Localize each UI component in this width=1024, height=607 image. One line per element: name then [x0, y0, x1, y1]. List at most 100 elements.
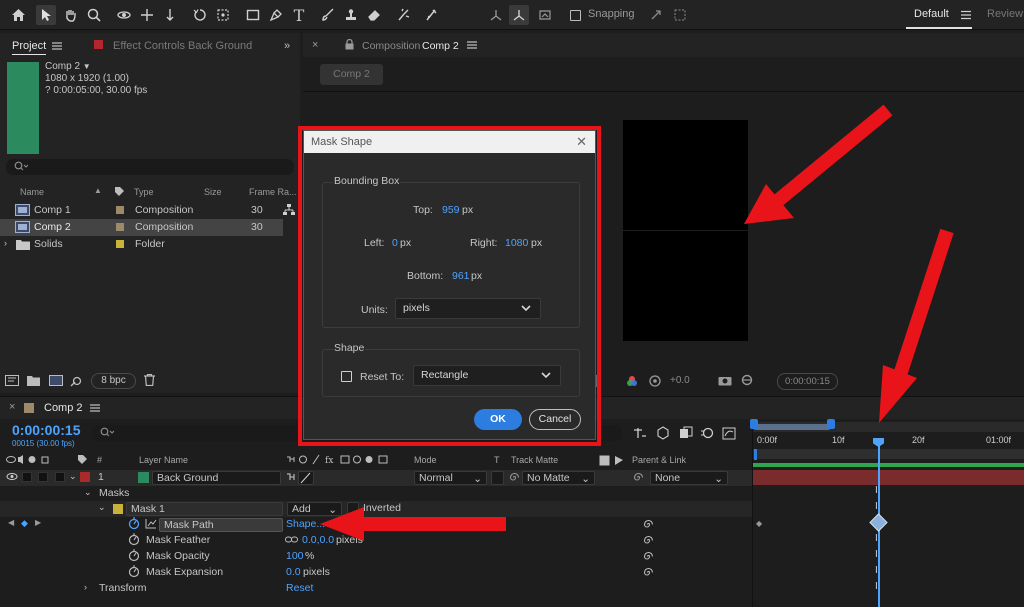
roto-brush-tool-icon[interactable]: [394, 5, 414, 25]
eraser-tool-icon[interactable]: [364, 5, 384, 25]
timeline-current-time[interactable]: 0:00:00:15: [12, 422, 81, 438]
expression-pickwhip-icon[interactable]: [642, 550, 655, 563]
project-panel-menu-icon[interactable]: [52, 42, 62, 50]
local-axis-mode-icon[interactable]: [486, 5, 506, 25]
solo-switch[interactable]: [38, 472, 48, 482]
parent-select[interactable]: None ⌄: [650, 471, 728, 485]
workspace-review-tab[interactable]: Review: [987, 8, 1023, 20]
layer-name-field[interactable]: Back Ground: [152, 471, 281, 485]
visibility-eye-icon[interactable]: [6, 470, 18, 483]
lock-icon[interactable]: [345, 39, 354, 50]
view-axis-mode-icon[interactable]: [535, 5, 555, 25]
zoom-slider[interactable]: [753, 424, 831, 430]
project-search-input[interactable]: [6, 159, 294, 175]
constrain-link-icon[interactable]: [285, 534, 298, 545]
graph-editor-icon[interactable]: [722, 426, 736, 440]
expression-pickwhip-icon[interactable]: [642, 518, 655, 531]
new-composition-icon[interactable]: [49, 375, 63, 386]
close-icon[interactable]: ×: [9, 401, 15, 413]
expand-arrow-icon[interactable]: ›: [4, 238, 7, 248]
new-folder-icon[interactable]: [27, 375, 40, 386]
workspace-menu-icon[interactable]: [956, 5, 976, 25]
snap-expand-icon[interactable]: [646, 5, 666, 25]
home-icon[interactable]: [8, 5, 28, 25]
zoom-handle-left[interactable]: [750, 419, 758, 429]
mask-name-field[interactable]: Mask 1: [126, 502, 283, 516]
color-management-icon[interactable]: [648, 374, 662, 388]
zoom-tool-icon[interactable]: [84, 5, 104, 25]
mask-opacity-row[interactable]: Mask Opacity 100 %: [0, 549, 752, 565]
interpret-footage-icon[interactable]: [5, 375, 19, 386]
close-icon[interactable]: ×: [312, 39, 318, 51]
switches-icons[interactable]: fx: [286, 454, 408, 465]
layer-duration-bar[interactable]: [753, 470, 1024, 485]
stopwatch-active-icon[interactable]: [128, 517, 140, 530]
parent-pickwhip-icon[interactable]: [632, 471, 645, 484]
work-area-start[interactable]: [754, 449, 757, 460]
expression-pickwhip-icon[interactable]: [642, 566, 655, 579]
expand-arrow-icon[interactable]: ⌄: [84, 487, 92, 498]
snapping-checkbox[interactable]: [565, 5, 585, 25]
world-axis-mode-icon[interactable]: [509, 5, 529, 25]
draft-3d-icon[interactable]: [656, 426, 670, 440]
pan-camera-icon[interactable]: [137, 5, 157, 25]
project-item-solids[interactable]: › Solids Folder: [0, 236, 300, 253]
anchor-point-tool-icon[interactable]: [213, 5, 233, 25]
pen-tool-icon[interactable]: [266, 5, 286, 25]
rotation-tool-icon[interactable]: [190, 5, 210, 25]
column-layer-name[interactable]: Layer Name: [139, 455, 188, 465]
label-tag-icon[interactable]: [77, 454, 88, 465]
label-swatch[interactable]: [116, 206, 124, 214]
mask-expansion-row[interactable]: Mask Expansion 0.0 pixels: [0, 565, 752, 581]
project-settings-icon[interactable]: [70, 375, 84, 387]
project-item-comp2[interactable]: Comp 2 Composition 30: [0, 219, 283, 236]
spiral-pickwhip-icon[interactable]: [508, 471, 521, 484]
motion-blur-icon[interactable]: [700, 426, 714, 440]
tab-effect-controls[interactable]: Effect Controls Back Ground: [113, 40, 252, 52]
column-size[interactable]: Size: [204, 187, 222, 197]
column-type[interactable]: Type: [134, 187, 154, 197]
selection-tool-icon[interactable]: [36, 5, 56, 25]
timeline-panel-menu-icon[interactable]: [90, 404, 100, 412]
next-keyframe-icon[interactable]: ▶: [35, 518, 41, 527]
zoom-handle-right[interactable]: [827, 419, 835, 429]
keyframe-start-icon[interactable]: ◆: [756, 519, 762, 528]
bit-depth-button[interactable]: 8 bpc: [91, 373, 136, 389]
transform-row[interactable]: › Transform Reset: [0, 581, 752, 597]
puppet-tool-icon[interactable]: [421, 5, 441, 25]
blend-mode-select[interactable]: Normal ⌄: [414, 471, 487, 485]
matte-switch-icons[interactable]: [599, 455, 625, 466]
column-name[interactable]: Name: [20, 187, 44, 197]
tab-project[interactable]: Project: [12, 40, 47, 55]
snap-grid-icon[interactable]: [670, 5, 690, 25]
exposure-value[interactable]: +0.0: [670, 375, 690, 386]
comp-flowchart-icon[interactable]: [633, 427, 647, 439]
clone-stamp-tool-icon[interactable]: [341, 5, 361, 25]
composition-panel-menu-icon[interactable]: [467, 41, 477, 49]
delete-trash-icon[interactable]: [144, 374, 155, 386]
expand-arrow-icon[interactable]: ⌄: [69, 471, 77, 482]
sort-up-icon[interactable]: ▲: [94, 186, 102, 195]
label-tag-icon[interactable]: [114, 186, 125, 197]
chevron-down-icon[interactable]: ▼: [83, 62, 91, 71]
column-mode[interactable]: Mode: [414, 455, 437, 465]
graph-toggle-icon[interactable]: [145, 518, 157, 529]
stopwatch-icon[interactable]: [128, 533, 140, 546]
preserve-transparency-switch[interactable]: [491, 471, 504, 485]
expand-arrow-icon[interactable]: ⌄: [98, 502, 106, 513]
audio-switch[interactable]: [22, 472, 32, 482]
label-swatch[interactable]: [116, 223, 124, 231]
timeline-graph-area[interactable]: 0:00f 10f 20f 01:00f ◆ I I I I I I: [750, 419, 1024, 607]
hand-tool-icon[interactable]: [61, 5, 81, 25]
playhead-handle[interactable]: [873, 438, 884, 447]
property-value[interactable]: 0.0: [286, 566, 301, 578]
composition-tab-name[interactable]: Comp 2: [422, 40, 459, 52]
column-track-matte[interactable]: Track Matte: [511, 455, 558, 465]
layer-label-swatch[interactable]: [80, 472, 90, 482]
type-tool-icon[interactable]: T: [289, 5, 309, 25]
time-ruler[interactable]: [753, 449, 1024, 459]
stopwatch-icon[interactable]: [128, 549, 140, 562]
frame-blending-icon[interactable]: [679, 426, 693, 440]
expand-arrow-icon[interactable]: ›: [84, 582, 87, 592]
label-swatch[interactable]: [116, 240, 124, 248]
